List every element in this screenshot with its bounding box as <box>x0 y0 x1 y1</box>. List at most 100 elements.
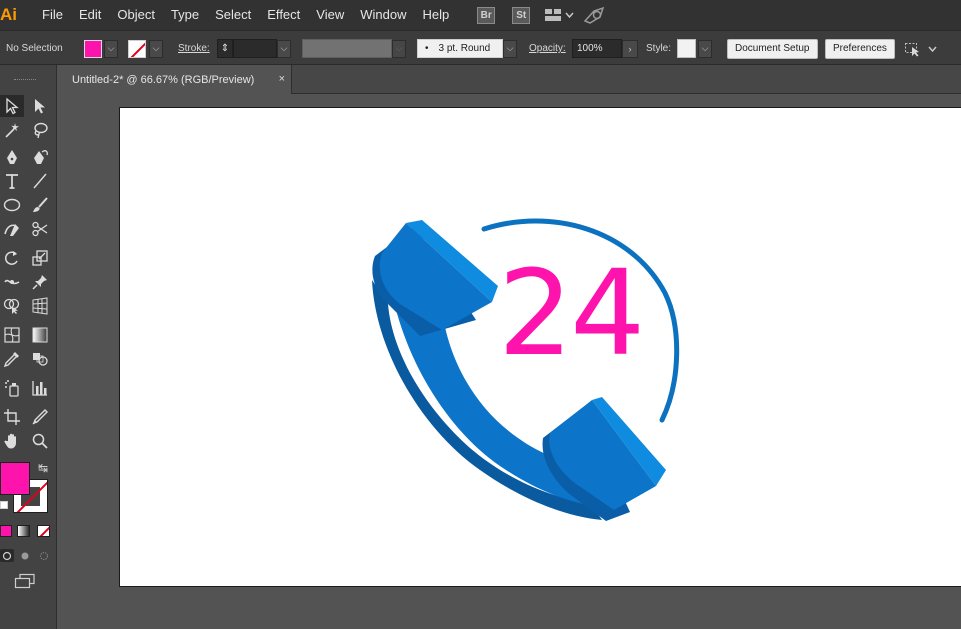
chevron-right-icon: › <box>622 39 638 58</box>
artboard[interactable]: 24 <box>119 107 961 587</box>
column-graph-icon <box>32 381 47 396</box>
chevron-down-icon: ⌵ <box>698 39 712 58</box>
change-screen-mode-button[interactable] <box>14 573 36 589</box>
lasso-icon <box>34 122 48 139</box>
screen-mode-icon <box>14 573 35 589</box>
eyedropper-tool[interactable] <box>0 348 24 370</box>
selection-tool[interactable] <box>0 95 24 117</box>
line-segment-icon <box>33 173 47 189</box>
panel-grip[interactable] <box>14 79 36 81</box>
ellipse-tool[interactable] <box>0 194 24 216</box>
rotate-tool[interactable] <box>0 247 24 269</box>
document-setup-button[interactable]: Document Setup <box>727 31 818 66</box>
bridge-button[interactable]: Br <box>477 0 496 30</box>
menu-file[interactable]: File <box>34 0 71 30</box>
brush-definition[interactable]: • 3 pt. Round ⌵ <box>417 31 517 66</box>
chevron-down-icon: ⌵ <box>104 39 118 58</box>
fill-dropdown[interactable]: ⌵ <box>104 31 118 66</box>
symbol-sprayer-tool[interactable] <box>0 377 24 399</box>
stroke-weight-stepper[interactable]: ⇕ ⌵ <box>217 31 291 66</box>
artwork-number-24[interactable]: 24 <box>498 253 658 373</box>
slice-tool[interactable] <box>28 406 52 428</box>
paintbrush-icon <box>33 197 48 212</box>
variable-width-profile[interactable]: ⌵ <box>302 31 406 66</box>
mesh-tool[interactable] <box>0 324 24 346</box>
artboard-tool[interactable] <box>0 406 24 428</box>
shape-builder-tool[interactable] <box>0 295 24 317</box>
selection-arrow-icon <box>6 97 19 115</box>
graphic-style-picker[interactable]: ⌵ <box>677 31 712 66</box>
perspective-grid-icon <box>32 297 48 315</box>
menu-select[interactable]: Select <box>207 0 259 30</box>
gradient-icon <box>32 327 48 343</box>
draw-normal-button[interactable] <box>0 549 14 562</box>
line-segment-tool[interactable] <box>28 170 52 192</box>
shape-builder-icon <box>3 298 20 314</box>
stroke-swatch[interactable] <box>128 31 146 66</box>
stock-button[interactable]: St <box>512 0 531 30</box>
document-tab[interactable]: Untitled-2* @ 66.67% (RGB/Preview) × <box>62 65 292 94</box>
perspective-grid-tool[interactable] <box>28 295 52 317</box>
scale-tool[interactable] <box>28 247 52 269</box>
none-mode-button[interactable] <box>37 525 50 537</box>
hand-tool[interactable] <box>0 430 24 452</box>
menu-effect[interactable]: Effect <box>259 0 308 30</box>
blend-tool[interactable] <box>28 348 52 370</box>
menu-edit[interactable]: Edit <box>71 0 109 30</box>
type-tool[interactable] <box>0 170 24 192</box>
pen-tool[interactable] <box>0 146 24 168</box>
gradient-mode-button[interactable] <box>17 525 30 537</box>
opacity-label[interactable]: Opacity: <box>529 31 566 66</box>
draw-behind-button[interactable] <box>18 549 32 562</box>
stroke-weight-input[interactable] <box>233 39 277 58</box>
fill-color-front[interactable] <box>0 462 30 495</box>
magic-wand-tool[interactable] <box>0 119 24 141</box>
canvas-area[interactable]: 24 <box>62 94 961 629</box>
shaper-tool[interactable] <box>0 218 24 240</box>
gpu-performance-button[interactable] <box>582 0 606 30</box>
curvature-tool[interactable] <box>28 146 52 168</box>
draw-normal-icon <box>2 551 12 561</box>
puppet-warp-tool[interactable] <box>28 271 52 293</box>
document-tab-title: Untitled-2* @ 66.67% (RGB/Preview) <box>72 73 255 86</box>
color-mode-button[interactable] <box>0 525 12 537</box>
mesh-icon <box>4 327 20 343</box>
menu-object[interactable]: Object <box>109 0 163 30</box>
width-tool[interactable] <box>0 271 24 293</box>
close-icon[interactable]: × <box>279 73 285 85</box>
stock-icon: St <box>512 6 531 24</box>
swap-fill-stroke-icon[interactable]: ↹ <box>38 461 48 475</box>
opacity-input[interactable]: 100% <box>572 39 622 58</box>
menu-help[interactable]: Help <box>414 0 457 30</box>
stroke-label[interactable]: Stroke: <box>178 31 210 66</box>
default-fill-stroke-icon[interactable] <box>0 501 8 509</box>
arrange-panel-button[interactable] <box>904 31 938 66</box>
zoom-tool[interactable] <box>28 430 52 452</box>
draw-behind-icon <box>21 552 29 560</box>
fill-swatch[interactable] <box>84 31 102 66</box>
slice-knife-icon <box>32 409 48 425</box>
menu-type[interactable]: Type <box>163 0 207 30</box>
stroke-dropdown[interactable]: ⌵ <box>149 31 163 66</box>
menu-view[interactable]: View <box>308 0 352 30</box>
scissors-tool[interactable] <box>28 218 52 240</box>
curvature-pen-icon <box>34 150 48 164</box>
artboard-icon <box>4 409 20 425</box>
column-graph-tool[interactable] <box>28 377 52 399</box>
magnifier-icon <box>32 433 48 449</box>
arrange-documents-button[interactable] <box>544 0 574 30</box>
opacity-control[interactable]: 100% › <box>572 31 638 66</box>
chevron-down-icon: ⌵ <box>503 39 517 58</box>
brush-definition-field[interactable]: • 3 pt. Round <box>417 39 503 58</box>
menu-window[interactable]: Window <box>352 0 414 30</box>
pen-icon <box>7 150 17 164</box>
gradient-tool[interactable] <box>28 324 52 346</box>
magic-wand-icon <box>5 123 19 138</box>
direct-selection-tool[interactable] <box>28 95 52 117</box>
paintbrush-tool[interactable] <box>28 194 52 216</box>
type-icon <box>6 174 18 189</box>
chevron-down-icon: ⌵ <box>277 39 291 58</box>
lasso-tool[interactable] <box>28 119 52 141</box>
preferences-button[interactable]: Preferences <box>825 31 895 66</box>
draw-inside-button[interactable] <box>37 549 51 562</box>
